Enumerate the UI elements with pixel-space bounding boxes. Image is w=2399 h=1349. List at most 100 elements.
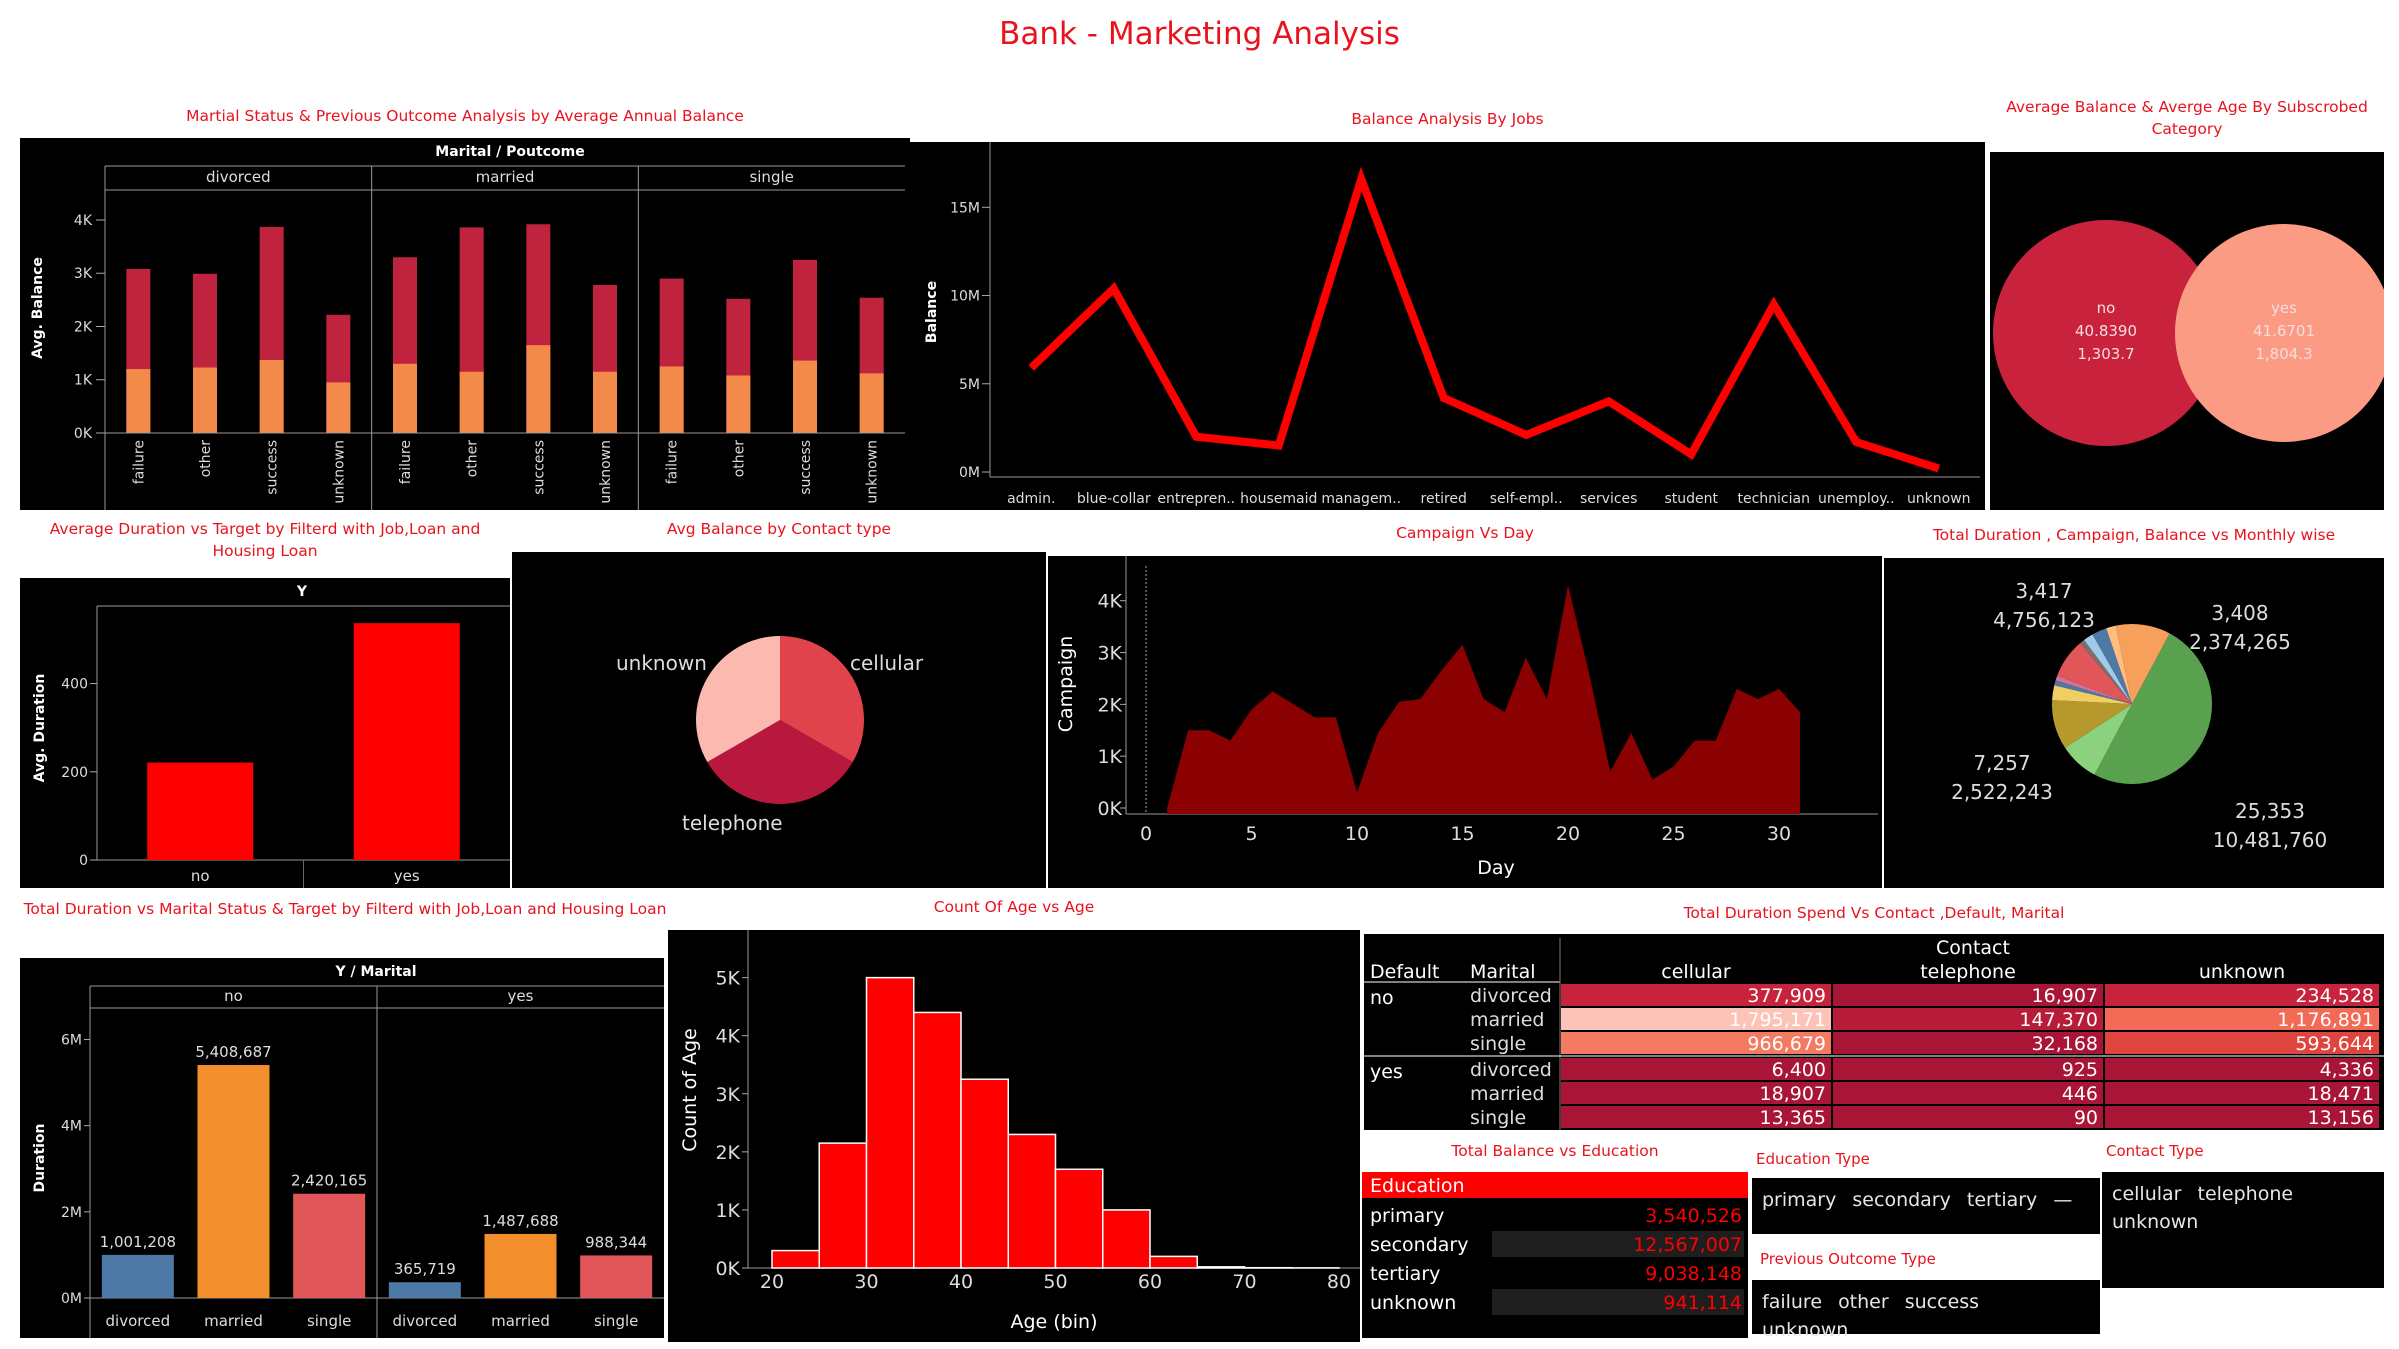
x-tick-label: 5 (1245, 823, 1257, 845)
poutcome-filter-item[interactable]: other (1838, 1291, 1889, 1313)
x-tick-label: 20 (1556, 823, 1580, 845)
y-tick-label: 1K (715, 1200, 740, 1222)
column-header: telephone (1920, 961, 2016, 983)
cell-value: 446 (2062, 1083, 2098, 1105)
monthly-chart: 3,417 4,756,123 3,408 2,374,265 7,257 2,522,2… (1951, 579, 2328, 852)
slice-label: 4,756,123 (1993, 608, 2095, 632)
data-label: 365,719 (394, 1260, 456, 1278)
slice-label: 2,522,243 (1951, 780, 2053, 804)
data-label: 2,420,165 (291, 1172, 367, 1190)
x-tick-label: 30 (1767, 823, 1791, 845)
slice-label: 10,481,760 (2213, 828, 2328, 852)
poutcome-filter-item[interactable]: failure (1762, 1291, 1822, 1313)
default-label: yes (1370, 1061, 1403, 1083)
subscribed-panel: no 40.8390 1,303.7 yes 41.6701 1,804.3 (1990, 152, 2384, 510)
bar-lower (659, 366, 684, 433)
bar-single (580, 1255, 653, 1298)
contact-filter-item[interactable]: unknown (2112, 1211, 2198, 1233)
x-tick-label: 15 (1450, 823, 1474, 845)
education-filter-item[interactable]: — (2053, 1189, 2072, 1211)
education-filter-item[interactable]: secondary (1852, 1189, 1950, 1211)
bar-lower (193, 367, 217, 433)
bubble-label: yes (2271, 299, 2297, 317)
cell-value: 32,168 (2032, 1033, 2098, 1055)
cell-value: 90 (2074, 1107, 2098, 1129)
bubble-label: no (2097, 299, 2116, 317)
category-label: self-empl.. (1490, 491, 1563, 507)
y-tick-label: 0K (715, 1258, 740, 1280)
poutcome-filter-item[interactable]: success (1905, 1291, 1979, 1313)
y-tick-label: 2K (1097, 694, 1122, 716)
category-label: housemaid (1240, 491, 1317, 507)
category-label: unknown (331, 440, 347, 504)
x-tick-label: 40 (949, 1271, 973, 1293)
series-line (1028, 166, 1940, 473)
education-filter-title: Education Type (1756, 1150, 1870, 1168)
category-label: divorced (106, 1312, 171, 1330)
y-tick-label: 4M (61, 1119, 82, 1135)
bar-lower (726, 375, 751, 433)
y-tick-label: 3K (74, 266, 93, 282)
data-label: 1,001,208 (100, 1233, 176, 1251)
bar-lower (859, 373, 884, 433)
contact-filter[interactable]: cellular telephone unknown (2102, 1172, 2384, 1288)
campaign-chart: 4K 3K 2K 1K 0K Campaign 0 5 10 15 20 25 30 Day (1055, 556, 1878, 879)
category-label: other (731, 440, 747, 478)
category-label: success (798, 440, 814, 495)
category-label: unknown (1907, 491, 1971, 507)
duration-marital-panel: Y / Marital 6M 4M 2M 0M Duration no 1,001,208 di… (20, 958, 664, 1338)
group-label: divorced (206, 168, 271, 186)
cell-value: 966,679 (1747, 1033, 1826, 1055)
bar-divorced (388, 1282, 461, 1298)
y-tick-label: 5K (715, 968, 740, 990)
group-label: single (749, 168, 793, 186)
poutcome-filter-item[interactable]: unknown (1762, 1319, 1848, 1341)
y-tick-label: 5M (959, 377, 980, 393)
y-tick-label: 400 (61, 677, 88, 693)
y-tick-label: 10M (950, 289, 980, 305)
y-tick-label: 0 (79, 853, 88, 869)
marital-poutcome-title: Martial Status & Previous Outcome Analys… (186, 107, 744, 125)
marital-label: divorced (1470, 1059, 1552, 1081)
x-tick-label: 10 (1345, 823, 1369, 845)
category-label: managem.. (1321, 491, 1401, 507)
histogram-bar (913, 1011, 962, 1269)
chart-header: Y (296, 584, 308, 600)
x-tick-label: 60 (1138, 1271, 1162, 1293)
education-label: tertiary (1370, 1263, 1440, 1285)
histogram-bar (865, 976, 915, 1269)
education-filter-item[interactable]: tertiary (1967, 1189, 2037, 1211)
contact-title: Avg Balance by Contact type (666, 520, 892, 538)
bar-no (147, 762, 254, 860)
y-tick-label: 200 (61, 765, 88, 781)
marital-poutcome-chart: Marital / Poutcome 4K 3K 2K 1K 0K Avg. Balance… (30, 144, 905, 510)
education-filter[interactable]: primary secondary tertiary — (1752, 1178, 2100, 1234)
x-tick-label: 70 (1232, 1271, 1256, 1293)
education-panel: Education primary 3,540,526 secondary 12,567… (1362, 1172, 1748, 1338)
contact-filter-item[interactable]: cellular (2112, 1183, 2181, 1205)
contact-table-panel: Contact Default Marital cellular telephone un… (1364, 934, 2384, 1130)
marital-label: married (1470, 1009, 1544, 1031)
y-axis-label: Count of Age (679, 1028, 701, 1152)
monthly-panel: 3,417 4,756,123 3,408 2,374,265 7,257 2,522,2… (1884, 558, 2384, 888)
category-label: failure (398, 440, 414, 484)
cell-value: 18,471 (2308, 1083, 2374, 1105)
area-series (1167, 585, 1801, 814)
category-label: no (191, 867, 210, 885)
cell-value: 147,370 (2019, 1009, 2098, 1031)
slice-label: cellular (850, 651, 924, 675)
poutcome-filter[interactable]: failure other success unknown (1752, 1280, 2100, 1341)
cell-value: 593,644 (2295, 1033, 2374, 1055)
age-title: Count Of Age vs Age (933, 898, 1095, 916)
cell-value: 16,907 (2032, 985, 2098, 1007)
y-tick-label: 2M (61, 1205, 82, 1221)
category-label: single (594, 1312, 638, 1330)
category-label: failure (131, 440, 147, 484)
education-filter-item[interactable]: primary (1762, 1189, 1836, 1211)
table-header: Education (1370, 1175, 1465, 1197)
campaign-panel: 4K 3K 2K 1K 0K Campaign 0 5 10 15 20 25 30 Day (1048, 556, 1882, 888)
education-label: primary (1370, 1205, 1444, 1227)
contact-filter-item[interactable]: telephone (2198, 1183, 2294, 1205)
contact-chart: cellular telephone unknown (616, 636, 924, 835)
bar-lower (326, 382, 351, 433)
